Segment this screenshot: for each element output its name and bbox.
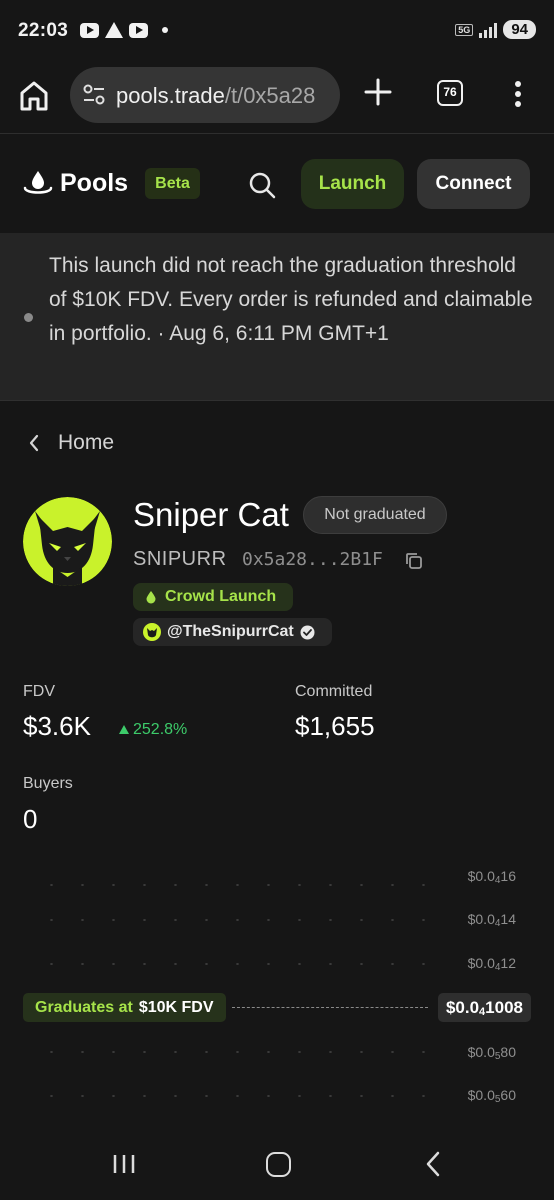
grid-row — [36, 1095, 436, 1097]
url-text: pools.trade/t/0x5a28 — [116, 83, 315, 109]
copy-icon[interactable] — [404, 551, 424, 571]
y-tick-label: $0.0416 — [467, 868, 516, 886]
status-dot-icon — [24, 313, 33, 322]
fdv-label: FDV — [23, 683, 55, 700]
committed-label: Committed — [295, 683, 373, 700]
fdv-value: $3.6K — [23, 711, 91, 741]
dot-icon — [162, 27, 168, 33]
beta-badge: Beta — [145, 168, 200, 199]
buyers-value: 0 — [23, 804, 38, 834]
graduation-threshold-line — [232, 1007, 428, 1008]
grid-row — [36, 919, 436, 921]
graduation-threshold-label: Graduates at $10K FDV — [23, 993, 226, 1022]
y-tick-label: $0.0580 — [467, 1044, 516, 1062]
committed-value: $1,655 — [295, 711, 375, 741]
home-button-icon[interactable] — [266, 1152, 291, 1177]
youtube-icon — [80, 22, 99, 38]
twitter-handle: @TheSnipurrCat — [167, 623, 294, 640]
contract-address[interactable]: 0x5a28...2B1F — [242, 549, 383, 570]
youtube-icon — [129, 22, 148, 38]
browser-toolbar: pools.trade/t/0x5a28 76 — [0, 62, 554, 134]
crowd-launch-label: Crowd Launch — [165, 588, 277, 605]
status-time: 22:03 — [18, 20, 69, 41]
verified-icon — [300, 625, 315, 639]
warning-icon — [105, 22, 123, 38]
url-domain: pools.trade — [116, 83, 225, 108]
breadcrumb[interactable]: Home — [28, 428, 114, 458]
chevron-left-icon — [29, 434, 39, 452]
graduates-at-text: Graduates at — [35, 998, 133, 1016]
recent-apps-icon[interactable] — [112, 1153, 136, 1175]
y-tick-label: $0.0560 — [467, 1087, 516, 1105]
tab-switcher-button[interactable]: 76 — [437, 80, 463, 106]
twitter-avatar-icon — [143, 623, 161, 641]
y-tick-label: $0.0412 — [467, 955, 516, 973]
token-ticker: SNIPURR — [133, 548, 227, 570]
buyers-label: Buyers — [23, 775, 73, 792]
fdv-change-value: 252.8% — [133, 721, 188, 738]
graduation-status-badge: Not graduated — [303, 496, 447, 534]
connect-button[interactable]: Connect — [417, 159, 530, 209]
grid-row — [36, 963, 436, 965]
arrow-up-icon — [119, 725, 129, 734]
banner-text: This launch did not reach the graduation… — [49, 254, 533, 345]
status-bar: 22:03 5G 94 — [0, 0, 554, 62]
drop-icon — [146, 591, 156, 604]
crowd-launch-badge: Crowd Launch — [133, 583, 293, 611]
signal-icon — [479, 22, 498, 38]
graduation-price-label: $0.041008 — [437, 993, 531, 1022]
url-path: /t/0x5a28 — [224, 83, 316, 108]
more-menu-icon[interactable] — [513, 80, 523, 108]
search-icon[interactable] — [248, 171, 276, 199]
token-avatar — [23, 497, 112, 586]
fdv-change: 252.8% — [119, 721, 187, 739]
back-icon[interactable] — [423, 1151, 443, 1177]
graduates-value: $10K FDV — [138, 998, 214, 1016]
site-header: Pools Beta Launch Connect — [0, 135, 554, 233]
site-logo[interactable]: Pools — [60, 169, 128, 198]
status-right: 5G 94 — [455, 20, 536, 39]
address-bar[interactable]: pools.trade/t/0x5a28 — [70, 67, 340, 123]
home-icon[interactable] — [18, 79, 50, 113]
notification-icons — [80, 22, 168, 38]
system-navigation-bar — [0, 1125, 554, 1200]
token-name: Sniper Cat — [133, 496, 289, 533]
grid-row — [36, 884, 436, 886]
battery-indicator: 94 — [503, 20, 536, 39]
site-settings-icon[interactable] — [82, 84, 106, 106]
launch-button[interactable]: Launch — [301, 159, 404, 209]
twitter-link[interactable]: @TheSnipurrCat — [133, 618, 332, 646]
y-tick-label: $0.0414 — [467, 911, 516, 929]
grid-row — [36, 1051, 436, 1053]
new-tab-icon[interactable] — [362, 76, 394, 108]
price-chart[interactable]: $0.0416 $0.0414 $0.0412 $0.0580 $0.0560 … — [0, 855, 554, 1125]
network-label: 5G — [455, 23, 474, 36]
refund-banner: This launch did not reach the graduation… — [0, 233, 554, 401]
breadcrumb-home-link[interactable]: Home — [58, 431, 114, 455]
pools-logo-icon — [23, 171, 53, 194]
